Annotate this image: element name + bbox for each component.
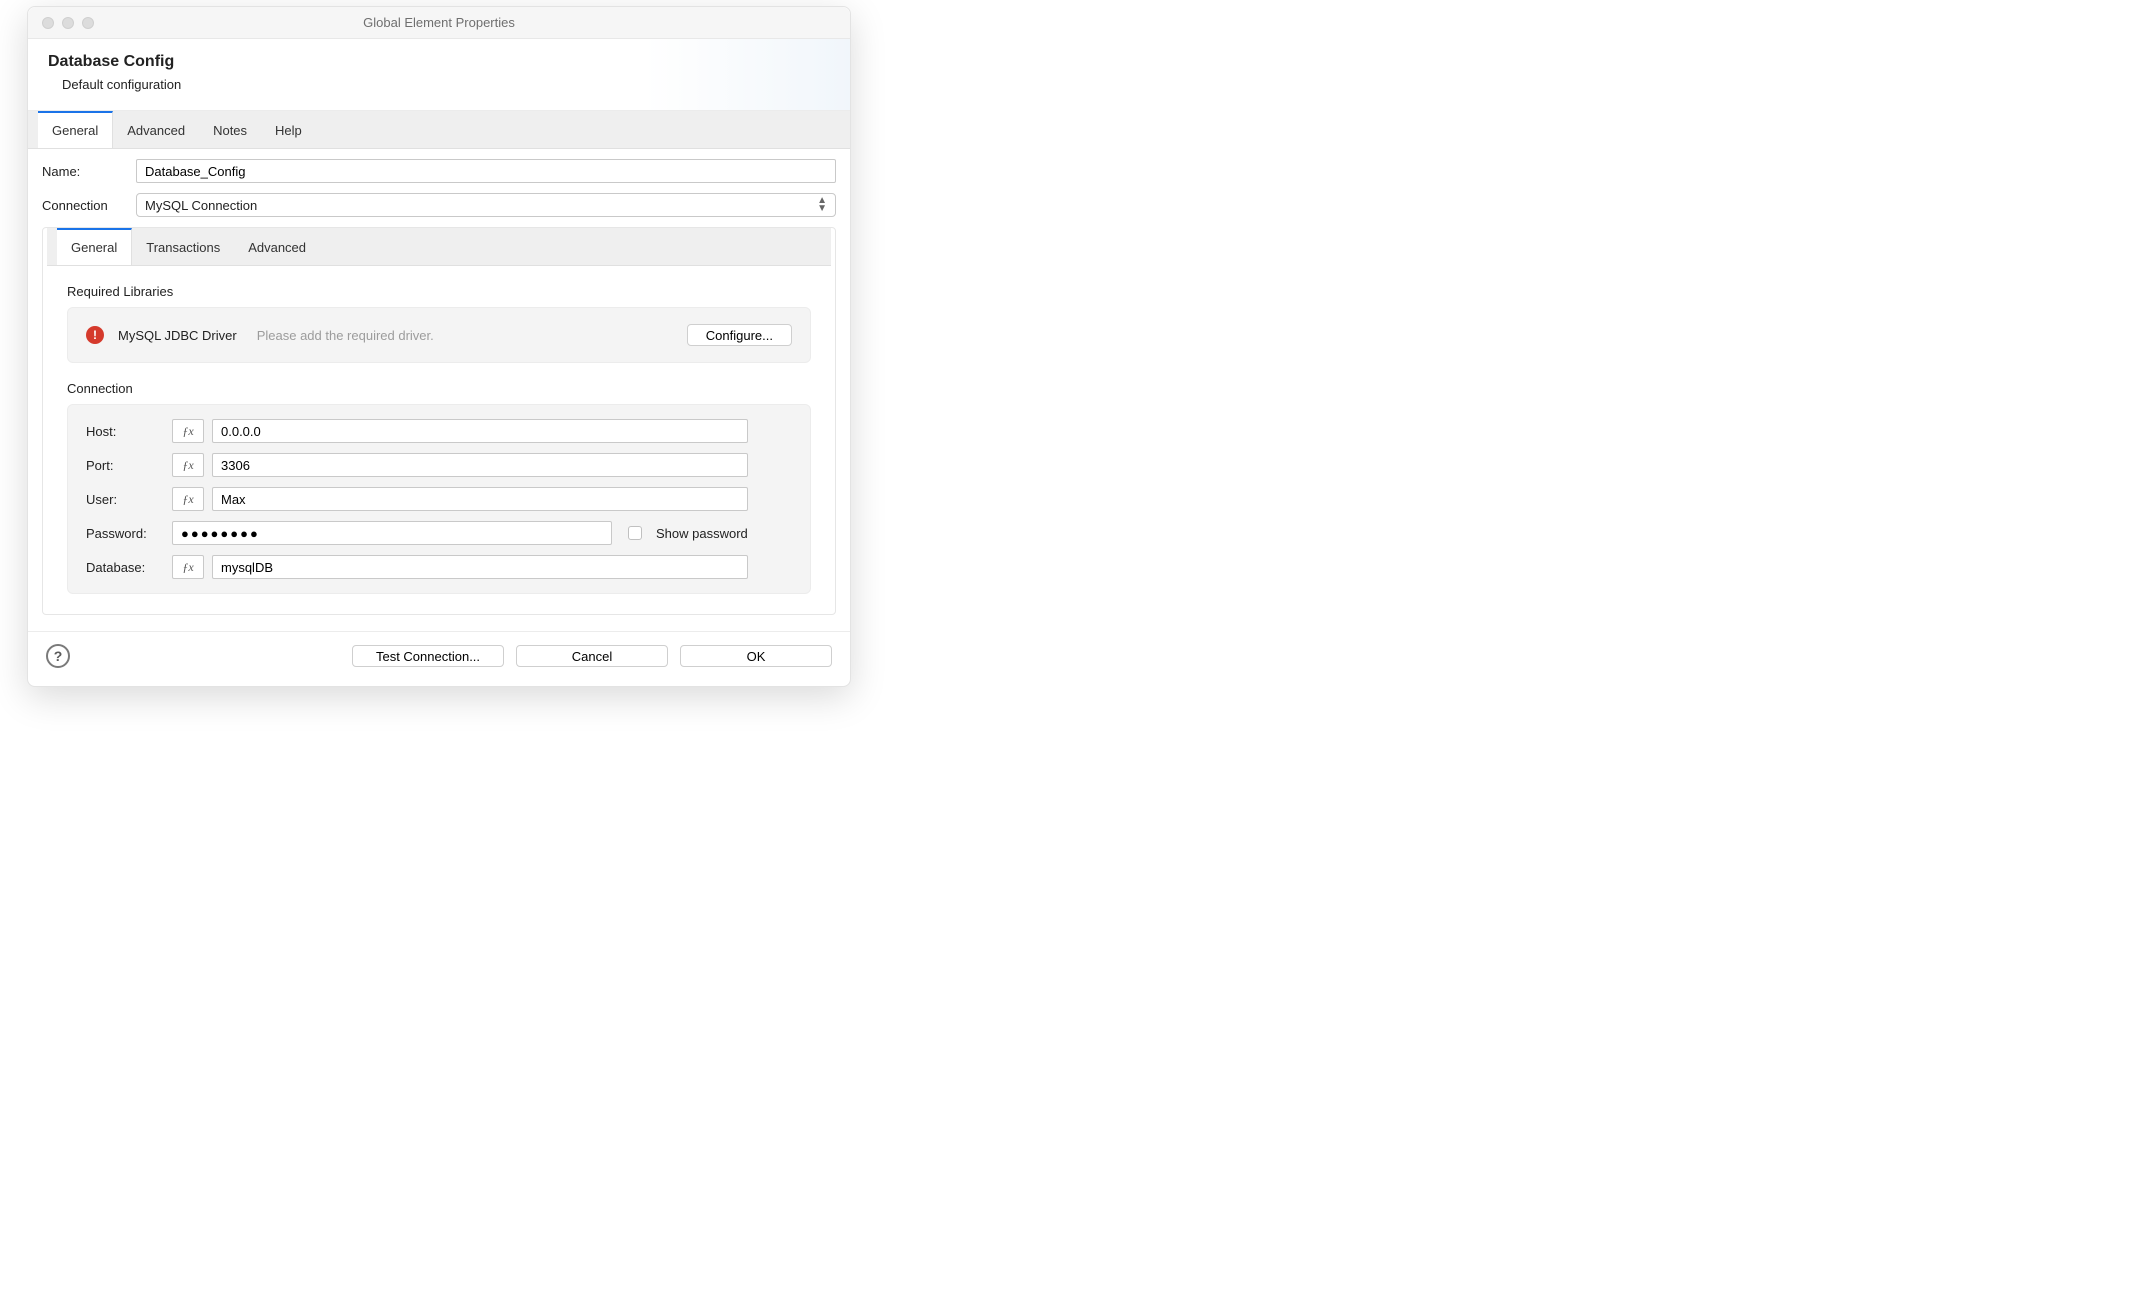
page-title: Database Config [48, 53, 830, 71]
fx-button-host[interactable]: ƒx [172, 419, 204, 443]
connection-fields: Host: ƒx Port: ƒx User: ƒx [67, 404, 811, 594]
required-libraries-title: Required Libraries [67, 284, 811, 299]
required-library-row: ! MySQL JDBC Driver Please add the requi… [67, 307, 811, 363]
global-element-properties-dialog: Global Element Properties Database Confi… [27, 6, 851, 687]
user-label: User: [86, 492, 164, 507]
inner-body: Required Libraries ! MySQL JDBC Driver P… [43, 266, 835, 614]
dropdown-arrows-icon: ▲▼ [817, 197, 827, 213]
tab-help[interactable]: Help [261, 111, 316, 148]
name-label: Name: [42, 164, 126, 179]
dialog-header: Database Config Default configuration [28, 39, 850, 111]
inner-tab-advanced[interactable]: Advanced [234, 228, 320, 265]
configure-button[interactable]: Configure... [687, 324, 792, 346]
tab-notes[interactable]: Notes [199, 111, 261, 148]
name-input[interactable] [136, 159, 836, 183]
test-connection-button[interactable]: Test Connection... [352, 645, 504, 667]
outer-body: Name: Connection MySQL Connection ▲▼ Gen… [28, 149, 850, 631]
dialog-footer: ? Test Connection... Cancel OK [28, 631, 850, 686]
host-input[interactable] [212, 419, 748, 443]
inner-tab-strip: General Transactions Advanced [47, 228, 831, 266]
fx-button-user[interactable]: ƒx [172, 487, 204, 511]
database-label: Database: [86, 560, 164, 575]
connection-section-title: Connection [67, 381, 811, 396]
fx-button-database[interactable]: ƒx [172, 555, 204, 579]
password-input[interactable] [172, 521, 612, 545]
outer-tab-strip: General Advanced Notes Help [28, 111, 850, 149]
user-input[interactable] [212, 487, 748, 511]
connection-dropdown-value: MySQL Connection [145, 198, 257, 213]
cancel-button[interactable]: Cancel [516, 645, 668, 667]
tab-advanced[interactable]: Advanced [113, 111, 199, 148]
window-titlebar: Global Element Properties [28, 7, 850, 39]
library-hint: Please add the required driver. [257, 328, 434, 343]
connection-dropdown[interactable]: MySQL Connection ▲▼ [136, 193, 836, 217]
password-label: Password: [86, 526, 164, 541]
page-subtitle: Default configuration [62, 77, 830, 92]
show-password-label: Show password [656, 526, 748, 541]
inner-tab-general[interactable]: General [57, 228, 132, 265]
connection-config-group: General Transactions Advanced Required L… [42, 227, 836, 615]
database-input[interactable] [212, 555, 748, 579]
inner-tab-transactions[interactable]: Transactions [132, 228, 234, 265]
port-label: Port: [86, 458, 164, 473]
help-icon[interactable]: ? [46, 644, 70, 668]
host-label: Host: [86, 424, 164, 439]
connection-label: Connection [42, 198, 126, 213]
tab-general[interactable]: General [38, 111, 113, 148]
show-password-checkbox[interactable] [628, 526, 642, 540]
error-icon: ! [86, 326, 104, 344]
fx-button-port[interactable]: ƒx [172, 453, 204, 477]
port-input[interactable] [212, 453, 748, 477]
library-name: MySQL JDBC Driver [118, 328, 237, 343]
window-title: Global Element Properties [28, 15, 850, 30]
ok-button[interactable]: OK [680, 645, 832, 667]
